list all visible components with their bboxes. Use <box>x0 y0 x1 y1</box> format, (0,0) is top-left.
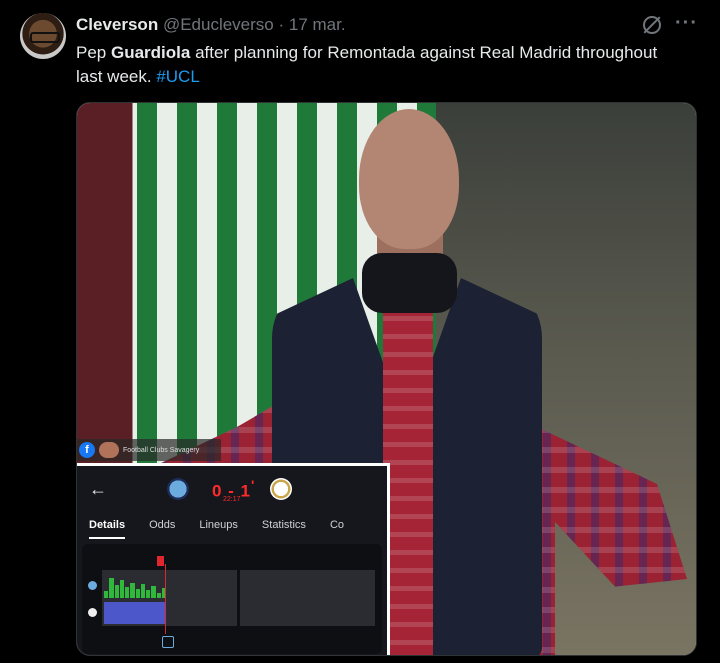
momentum-graph <box>82 544 382 654</box>
tab-co: Co <box>329 519 344 531</box>
momentum-bar <box>125 587 130 598</box>
momentum-bar <box>130 582 135 598</box>
momentum-bar <box>109 578 114 598</box>
man-city-logo-icon <box>167 478 189 500</box>
watermark: f Football Clubs Savagery <box>77 439 221 461</box>
grok-icon[interactable] <box>643 16 662 34</box>
tab-odds: Odds <box>149 519 176 531</box>
away-team-mini-icon <box>88 608 97 617</box>
goal-marker-icon <box>157 556 164 566</box>
tweet-text-bold: Guardiola <box>110 43 191 62</box>
author-name[interactable]: Cleverson <box>76 15 158 34</box>
back-arrow-icon: ← <box>89 479 107 499</box>
momentum-bar <box>114 584 119 598</box>
facebook-icon: f <box>79 442 95 458</box>
avatar-glasses <box>30 32 60 43</box>
shirt-front <box>383 313 433 655</box>
avatar[interactable] <box>20 13 66 59</box>
home-momentum-bars <box>104 576 166 598</box>
watermark-text: Football Clubs Savagery <box>123 446 200 454</box>
match-screenshot: ← 0 - 1' 22:17 Details Odds Lineups Stat… <box>77 463 390 655</box>
momentum-bar <box>119 580 124 598</box>
tab-lineups: Lineups <box>199 519 238 531</box>
graph-panel-2 <box>240 570 375 626</box>
tab-statistics: Statistics <box>261 519 306 531</box>
scarf <box>362 253 457 313</box>
tweet-actions-top: ··· <box>643 13 698 34</box>
away-momentum-bar <box>104 602 166 624</box>
score-minute-mark: ' <box>251 478 256 494</box>
more-icon[interactable]: ··· <box>675 13 698 34</box>
home-team-mini-icon <box>88 581 97 590</box>
tweet-time[interactable]: 17 mar. <box>289 15 346 34</box>
man-head <box>359 109 459 249</box>
tweet-header: Cleverson @Educleverso · 17 mar. <box>76 15 346 35</box>
match-clock: 22:17 <box>223 496 241 503</box>
momentum-bar <box>135 589 140 598</box>
momentum-bar <box>104 591 109 598</box>
match-tabs: Details Odds Lineups Statistics Co <box>77 514 356 539</box>
momentum-bar <box>140 583 145 598</box>
real-madrid-logo-icon <box>270 478 292 500</box>
momentum-bar <box>151 585 156 598</box>
tweet-media[interactable]: f Football Clubs Savagery ← 0 - 1' 22:17… <box>76 102 697 656</box>
momentum-bar <box>156 592 161 598</box>
separator-dot: · <box>278 15 285 34</box>
goal-line <box>165 564 166 634</box>
page-logo-icon <box>99 442 119 458</box>
momentum-bar <box>146 590 151 598</box>
hashtag-link[interactable]: #UCL <box>156 67 199 86</box>
tweet-text-start: Pep <box>76 43 111 62</box>
author-handle[interactable]: @Educleverso <box>163 15 274 34</box>
tab-details: Details <box>77 514 137 539</box>
var-icon <box>162 636 174 648</box>
tweet-text: Pep Guardiola after planning for Remonta… <box>76 41 676 89</box>
